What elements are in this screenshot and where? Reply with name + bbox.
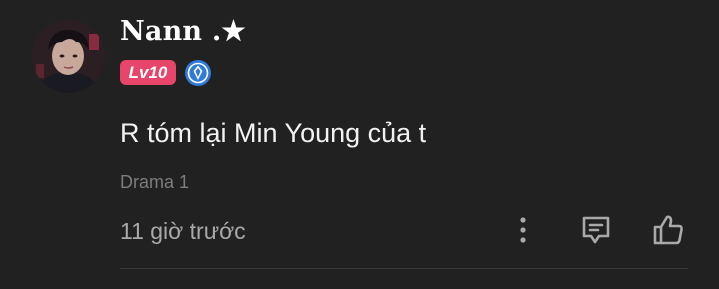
- avatar[interactable]: [32, 20, 105, 93]
- divider: [120, 268, 688, 269]
- episode-tag[interactable]: Drama 1: [120, 172, 189, 193]
- timestamp: 11 giờ trước: [120, 218, 246, 244]
- level-badge: Lv10: [120, 60, 176, 85]
- like-button[interactable]: [648, 211, 688, 249]
- more-vertical-icon: [520, 217, 526, 243]
- verified-badge-icon: [184, 59, 212, 87]
- comment-item: Nann .★ Lv10 R tóm lại Min Young của t D…: [0, 0, 719, 289]
- comment-text: R tóm lại Min Young của t: [120, 118, 427, 148]
- thumbs-up-icon: [653, 215, 683, 245]
- reply-button[interactable]: [576, 211, 616, 249]
- more-options-button[interactable]: [508, 211, 538, 249]
- username[interactable]: Nann .★: [120, 16, 246, 47]
- comment-reply-icon: [582, 216, 610, 244]
